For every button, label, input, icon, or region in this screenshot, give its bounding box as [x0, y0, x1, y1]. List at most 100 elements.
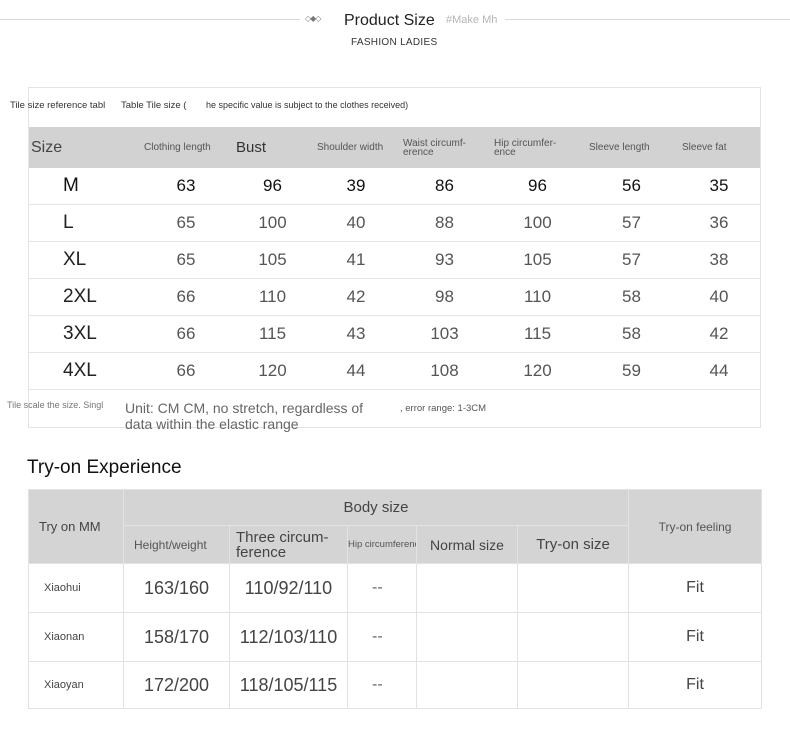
table-row: 2XL 66 110 42 98 110 58 40 — [29, 278, 760, 316]
table-cell: 103 — [399, 315, 490, 353]
table-cell: 65 — [140, 241, 232, 279]
try-on-size-cell — [516, 612, 630, 662]
table-cell: 115 — [490, 315, 585, 353]
size-cell: 4XL — [29, 352, 140, 390]
size-cell: 3XL — [29, 315, 140, 353]
tryon-person-name: Xiaoyan — [28, 661, 124, 709]
header-rule-right — [505, 19, 790, 20]
table-cell: 66 — [140, 278, 232, 316]
table-cell: 59 — [585, 352, 678, 390]
column-header-shoulder-width: Shoulder width — [313, 127, 399, 168]
three-circumference-cell: 112/103/110 — [229, 612, 348, 662]
tryon-header-row-1: Try on MM Body size Try-on feeling — [28, 489, 763, 564]
table-cell: 40 — [678, 278, 760, 316]
size-note-text: he specific value is subject to the clot… — [206, 100, 409, 110]
table-cell: 38 — [678, 241, 760, 279]
hip-circumference-cell: -- — [347, 612, 417, 662]
try-on-feeling-cell: Fit — [628, 612, 763, 662]
column-header-try-on-size: Try-on size — [516, 525, 630, 564]
table-cell: 41 — [313, 241, 399, 279]
table-cell: 56 — [585, 168, 678, 205]
tryon-table: Try on MM Body size Try-on feeling Heigh… — [28, 489, 763, 709]
table-cell: 40 — [313, 204, 399, 242]
column-header-normal-size: Normal size — [416, 525, 518, 564]
header-make-label: #Make Mh — [446, 14, 498, 26]
table-row: M 63 96 39 86 96 56 35 — [29, 168, 760, 205]
table-row: XL 65 105 41 93 105 57 38 — [29, 241, 760, 279]
size-cell: L — [29, 204, 140, 242]
header-rule-left — [0, 19, 300, 20]
table-cell: 58 — [585, 315, 678, 353]
try-on-size-cell — [516, 563, 630, 613]
table-cell: 108 — [399, 352, 490, 390]
table-cell: 93 — [399, 241, 490, 279]
table-row: L 65 100 40 88 100 57 36 — [29, 204, 760, 242]
tryon-section-title: Try-on Experience — [27, 457, 182, 478]
column-header-try-on-mm: Try on MM — [28, 489, 124, 564]
table-cell: 42 — [313, 278, 399, 316]
table-cell: 120 — [232, 352, 313, 390]
table-cell: 63 — [140, 168, 232, 205]
table-cell: 58 — [585, 278, 678, 316]
column-header-height-weight: Height/weight — [123, 525, 230, 564]
table-cell: 43 — [313, 315, 399, 353]
three-circumference-cell: 110/92/110 — [229, 563, 348, 613]
normal-size-cell — [416, 612, 518, 662]
column-header-bust: Bust — [232, 127, 313, 168]
table-cell: 100 — [490, 204, 585, 242]
column-header-hip-circumference: Hip circumference — [347, 525, 417, 564]
table-cell: 44 — [313, 352, 399, 390]
try-on-size-cell — [516, 661, 630, 709]
page-subtitle: FASHION LADIES — [351, 37, 438, 48]
table-cell: 88 — [399, 204, 490, 242]
table-cell: 105 — [232, 241, 313, 279]
column-header-sleeve-length: Sleeve length — [585, 127, 678, 168]
try-on-feeling-cell: Fit — [628, 661, 763, 709]
table-cell: 57 — [585, 241, 678, 279]
column-header-size: Size — [29, 127, 140, 168]
table-cell: 100 — [232, 204, 313, 242]
size-note-label: Table Tile size ( — [121, 100, 187, 111]
error-range-note: , error range: 1-3CM — [400, 403, 487, 414]
table-cell: 36 — [678, 204, 760, 242]
size-cell: M — [29, 168, 140, 205]
table-cell: 110 — [490, 278, 585, 316]
table-cell: 35 — [678, 168, 760, 205]
table-cell: 66 — [140, 315, 232, 353]
hip-circumference-cell: -- — [347, 661, 417, 709]
column-header-body-size: Body size — [122, 489, 630, 526]
column-header-hip-circumference: Hip circumfer- ence — [490, 127, 585, 168]
page-title: Product Size — [344, 12, 435, 29]
table-row: Xiaonan 158/170 112/103/110 -- Fit — [28, 612, 763, 662]
column-header-sleeve-fat: Sleeve fat — [678, 127, 760, 168]
size-table: Size Clothing length Bust Shoulder width… — [29, 127, 760, 390]
table-cell: 96 — [490, 168, 585, 205]
try-on-feeling-cell: Fit — [628, 563, 763, 613]
table-row: Xiaoyan 172/200 118/105/115 -- Fit — [28, 661, 763, 709]
size-table-header-row: Size Clothing length Bust Shoulder width… — [29, 127, 760, 168]
table-cell: 66 — [140, 352, 232, 390]
column-header-clothing-length: Clothing length — [140, 127, 232, 168]
three-circumference-cell: 118/105/115 — [229, 661, 348, 709]
table-cell: 120 — [490, 352, 585, 390]
tryon-person-name: Xiaohui — [28, 563, 124, 613]
table-cell: 57 — [585, 204, 678, 242]
tryon-person-name: Xiaonan — [28, 612, 124, 662]
column-header-waist-circumference: Waist circumf- erence — [399, 127, 490, 168]
table-cell: 65 — [140, 204, 232, 242]
table-cell: 96 — [232, 168, 313, 205]
table-cell: 98 — [399, 278, 490, 316]
table-cell: 115 — [232, 315, 313, 353]
diamond-ornament-icon: ◇◆◇ — [305, 14, 322, 23]
table-row: Xiaohui 163/160 110/92/110 -- Fit — [28, 563, 763, 613]
size-cell: 2XL — [29, 278, 140, 316]
table-cell: 110 — [232, 278, 313, 316]
unit-note: Unit: CM CM, no stretch, regardless of d… — [125, 400, 364, 432]
table-cell: 44 — [678, 352, 760, 390]
normal-size-cell — [416, 661, 518, 709]
column-header-three-circumference: Three circum- ference — [229, 525, 348, 564]
table-cell: 39 — [313, 168, 399, 205]
height-weight-cell: 172/200 — [123, 661, 230, 709]
table-row: 3XL 66 115 43 103 115 58 42 — [29, 315, 760, 353]
height-weight-cell: 158/170 — [123, 612, 230, 662]
